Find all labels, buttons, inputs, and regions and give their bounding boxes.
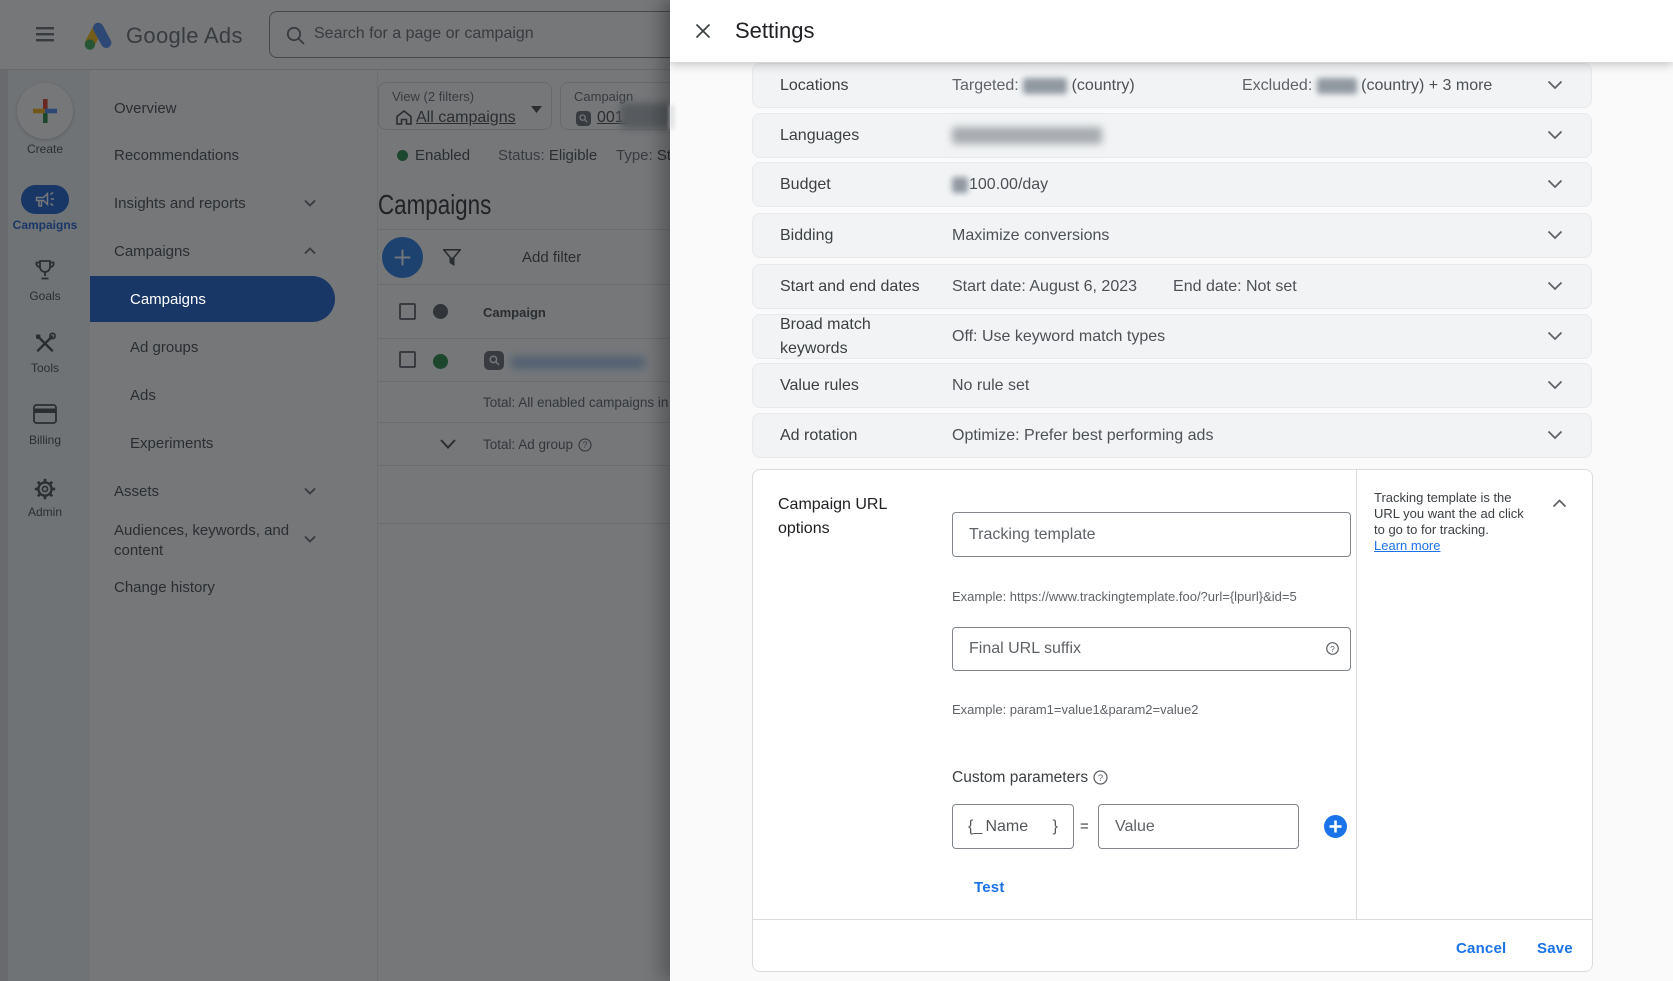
svg-text:?: ? [1098, 773, 1103, 784]
svg-text:?: ? [1330, 644, 1335, 654]
